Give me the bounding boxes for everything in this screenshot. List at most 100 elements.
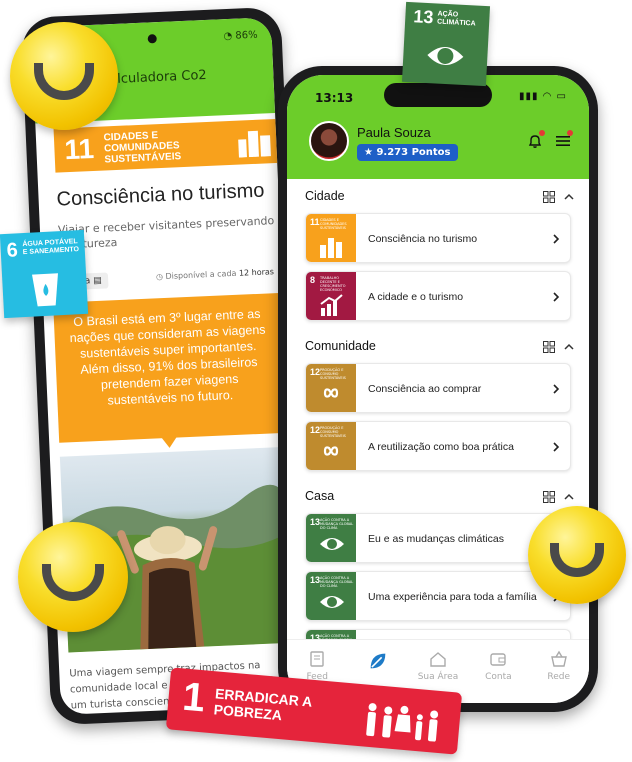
grid-view-icon[interactable] [543, 191, 555, 203]
star-icon: ★ [364, 147, 373, 158]
lesson-card-label: A cidade e o turismo [368, 291, 464, 303]
section-title: Cidade [305, 189, 345, 203]
wallet-icon [474, 650, 522, 668]
sdg-1-number: 1 [180, 674, 207, 721]
sdg-tile: 12 PRODUÇÃO E CONSUMO SUSTENTÁVEIS [306, 364, 356, 412]
section-title: Casa [305, 489, 335, 503]
lesson-card[interactable]: 13AÇÃO CONTRA A MUDANÇA GLOBAL DO CLIMA A… [305, 629, 571, 639]
nav-label: Rede [547, 672, 571, 682]
sdg-tile-text: PRODUÇÃO E CONSUMO SUSTENTÁVEIS [320, 368, 346, 380]
sdg-tile: 12 PRODUÇÃO E CONSUMO SUSTENTÁVEIS [306, 422, 356, 470]
sdg-tile-text: CIDADES E COMUNIDADES SUSTENTÁVEIS [320, 218, 347, 230]
feed-icon [293, 650, 341, 668]
smile-logo [549, 543, 605, 577]
chevron-up-icon[interactable] [563, 191, 575, 203]
home-icon [414, 650, 462, 668]
sdg-13-sticker: 13 AÇÃO CLIMÁTICA [401, 1, 491, 87]
sdg-6-text: ÁGUA POTÁVEL E SANEAMENTO [22, 238, 80, 257]
profile-header: 13:13 ▮▮▮ ◠ ▭ Paula Souza ★ 9.273 Pontos [287, 75, 589, 179]
sdg-tile: 8 TRABALHO DECENTE E CRESCIMENTO ECONÔMIC… [306, 272, 356, 320]
water-glass-icon [32, 273, 58, 307]
basket-icon [535, 650, 583, 668]
camera-icon [147, 34, 157, 44]
smile-logo [33, 63, 95, 100]
lesson-subtitle: Viajar e receber visitantes preservando … [57, 214, 275, 252]
avatar[interactable] [309, 121, 349, 161]
lesson-card[interactable]: 13 AÇÃO CONTRA A MUDANÇA GLOBAL DO CLIMA U… [305, 571, 571, 621]
sdg-tile: 13AÇÃO CONTRA A MUDANÇA GLOBAL DO CLIMA [306, 630, 356, 639]
grid-view-icon[interactable] [543, 491, 555, 503]
coin-sticker-top-left [10, 22, 118, 130]
sdg-text: CIDADES E COMUNIDADES SUSTENTÁVEIS [103, 129, 182, 165]
sdg-tile-number: 12 [310, 425, 321, 435]
sdg-tile: 11 CIDADES E COMUNIDADES SUSTENTÁVEIS [306, 214, 356, 262]
clock-icon: ◷ [155, 272, 164, 282]
battery-text: 86% [235, 29, 258, 42]
sdg-13-text: AÇÃO CLIMÁTICA [436, 10, 476, 28]
section-header: Cidade [287, 179, 589, 213]
sdg-tile-number: 12 [310, 367, 321, 377]
sdg-tile-number: 13 [310, 575, 321, 585]
nav-item[interactable] [354, 650, 402, 676]
lesson-title: Consciência no turismo [56, 179, 265, 211]
sdg-tile-text: PRODUÇÃO E CONSUMO SUSTENTÁVEIS [320, 426, 346, 438]
availability: ◷ Disponível a cada 12 horas [156, 267, 274, 281]
chevron-up-icon[interactable] [563, 341, 575, 353]
sdg-tile: 13AÇÃO CONTRA A MUDANÇA GLOBAL DO CLIMA [306, 514, 356, 562]
sdg-number: 11 [63, 132, 95, 166]
availability-prefix: Disponível a cada [165, 268, 237, 281]
nav-item[interactable]: Conta [474, 650, 522, 682]
lesson-card[interactable]: 12 PRODUÇÃO E CONSUMO SUSTENTÁVEIS A reuti… [305, 421, 571, 471]
sdg-tile-text: TRABALHO DECENTE E CRESCIMENTO ECONÔMICO [320, 276, 346, 292]
fact-box: O Brasil está em 3º lugar entre as naçõe… [53, 293, 286, 443]
sdg-tile-number: 8 [310, 275, 316, 285]
dynamic-island [384, 83, 492, 107]
chevron-right-icon [553, 292, 560, 302]
sdg-6-sticker: 6 ÁGUA POTÁVEL E SANEAMENTO [0, 229, 89, 319]
section-header: Comunidade [287, 329, 589, 363]
nav-item[interactable]: Rede [535, 650, 583, 682]
chevron-right-icon [553, 384, 560, 394]
grid-view-icon[interactable] [543, 341, 555, 353]
section-title: Comunidade [305, 339, 376, 353]
lesson-card-label: Assim, a geração de gás [368, 630, 544, 639]
sdg-tile-number: 13 [310, 517, 321, 527]
city-icon [238, 130, 271, 158]
sdg-tile-text: AÇÃO CONTRA A MUDANÇA GLOBAL DO CLIMA [320, 576, 354, 588]
lesson-card[interactable]: 8 TRABALHO DECENTE E CRESCIMENTO ECONÔMIC… [305, 271, 571, 321]
lesson-card-label: Eu e as mudanças climáticas [368, 533, 504, 545]
right-phone-screen: 13:13 ▮▮▮ ◠ ▭ Paula Souza ★ 9.273 Pontos… [287, 75, 589, 703]
points-value: 9.273 Pontos [376, 147, 451, 158]
nav-label: Sua Área [417, 672, 459, 682]
menu-notification-dot [567, 130, 573, 136]
lesson-card-label: Consciência ao comprar [368, 383, 482, 395]
notification-dot [539, 130, 545, 136]
document-icon: ▤ [93, 275, 102, 287]
coin-sticker-bottom-left [18, 522, 128, 632]
leaf-icon [354, 650, 402, 672]
sdg-6-number: 6 [6, 239, 19, 262]
sdg-tile-number: 11 [310, 217, 320, 227]
sdg-tile-text: AÇÃO CONTRA A MUDANÇA GLOBAL DO CLIMA [320, 518, 354, 530]
nav-item[interactable]: Feed [293, 650, 341, 682]
nav-label: Conta [485, 672, 512, 682]
chevron-up-icon[interactable] [563, 491, 575, 503]
coin-sticker-right [528, 506, 626, 604]
status-time: 13:13 [315, 91, 354, 105]
eye-globe-icon [427, 46, 464, 65]
section-header: Casa [287, 479, 589, 513]
lesson-card-label: A reutilização como boa prática [368, 441, 514, 453]
chevron-right-icon [553, 442, 560, 452]
lesson-card[interactable]: 11 CIDADES E COMUNIDADES SUSTENTÁVEIS Cons… [305, 213, 571, 263]
wifi-icon: ◔ [223, 30, 233, 43]
sdg-tile: 13AÇÃO CONTRA A MUDANÇA GLOBAL DO CLIMA [306, 572, 356, 620]
signal-wifi-battery-icons: ▮▮▮ ◠ ▭ [518, 91, 567, 102]
lesson-card[interactable]: 12 PRODUÇÃO E CONSUMO SUSTENTÁVEIS Consciê… [305, 363, 571, 413]
lesson-card-label: Consciência no turismo [368, 233, 478, 245]
sdg-13-number: 13 [412, 6, 434, 28]
smile-logo [42, 563, 104, 602]
nav-item[interactable]: Sua Área [414, 650, 462, 682]
lesson-card-label: Uma experiência para toda a família [368, 591, 537, 603]
left-status-bar: ◔ 86% [223, 30, 258, 42]
points-badge[interactable]: ★ 9.273 Pontos [357, 144, 458, 161]
